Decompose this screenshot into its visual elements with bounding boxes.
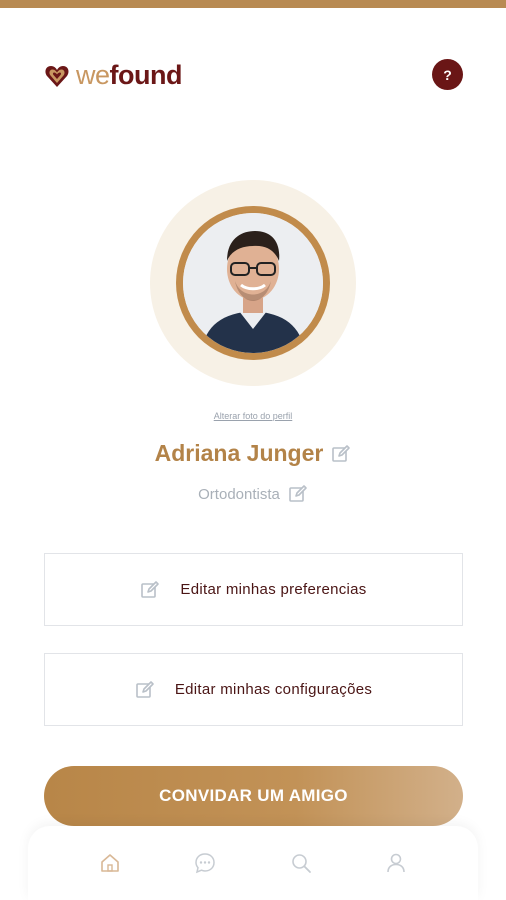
bottom-nav — [28, 826, 478, 900]
search-icon[interactable] — [287, 849, 315, 877]
edit-icon — [140, 580, 160, 600]
home-icon[interactable] — [96, 849, 124, 877]
wefound-logo-mark-icon — [44, 63, 70, 89]
name-row: Adriana Junger — [0, 440, 506, 467]
logo-we-text: we — [76, 60, 110, 90]
top-accent-strip — [0, 0, 506, 8]
edit-settings-button[interactable]: Editar minhas configurações — [44, 653, 463, 726]
invite-friend-button[interactable]: CONVIDAR UM AMIGO — [44, 766, 463, 826]
wefound-logo: wefound — [44, 62, 182, 89]
app-header: wefound ? — [0, 50, 506, 100]
profile-name: Adriana Junger — [154, 440, 324, 466]
user-icon[interactable] — [382, 849, 410, 877]
logo-found-text: found — [109, 60, 183, 90]
avatar[interactable] — [183, 213, 323, 353]
edit-name-icon[interactable] — [331, 444, 351, 464]
edit-preferences-label: Editar minhas preferencias — [180, 581, 367, 598]
profile-role: Ortodontista — [198, 485, 280, 503]
avatar-halo — [150, 180, 356, 386]
help-button[interactable]: ? — [432, 59, 463, 90]
role-row: Ortodontista — [0, 484, 506, 504]
chat-icon[interactable] — [191, 849, 219, 877]
change-photo-link[interactable]: Alterar foto do perfil — [0, 411, 506, 421]
edit-role-icon[interactable] — [288, 484, 308, 504]
avatar-ring — [176, 206, 330, 360]
edit-preferences-button[interactable]: Editar minhas preferencias — [44, 553, 463, 626]
edit-settings-label: Editar minhas configurações — [174, 681, 373, 698]
edit-icon — [135, 680, 155, 700]
